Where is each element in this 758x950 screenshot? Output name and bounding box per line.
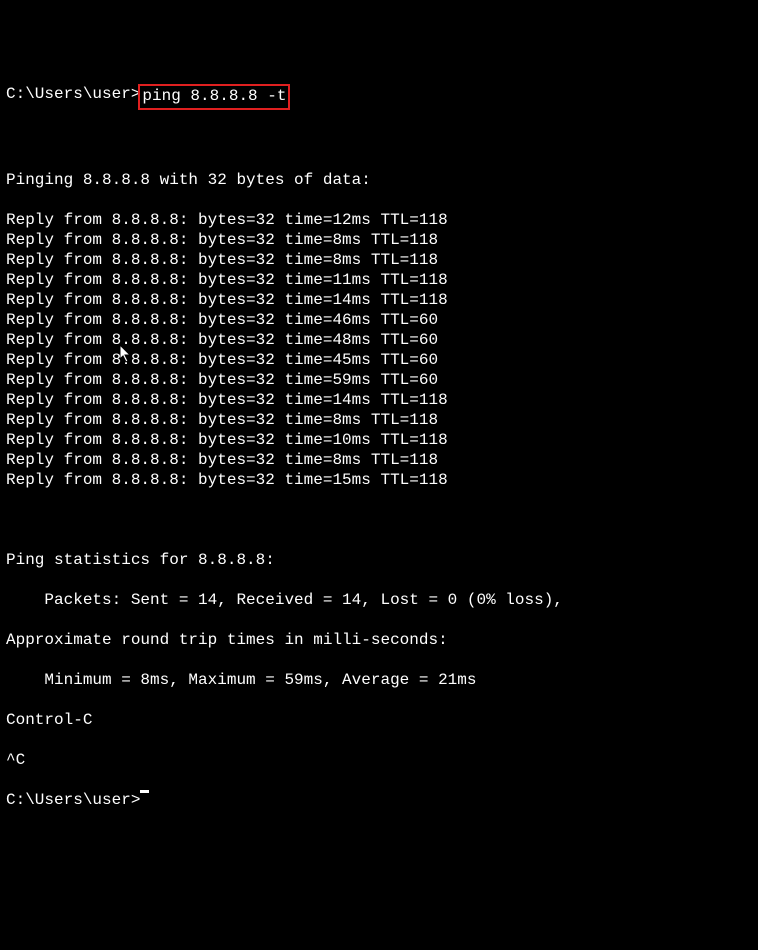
prompt-path: C:\Users\user> (6, 84, 140, 104)
ping-reply-line: Reply from 8.8.8.8: bytes=32 time=8ms TT… (6, 250, 752, 270)
stats-packets: Packets: Sent = 14, Received = 14, Lost … (6, 590, 752, 610)
ping-reply-line: Reply from 8.8.8.8: bytes=32 time=8ms TT… (6, 450, 752, 470)
ping-reply-line: Reply from 8.8.8.8: bytes=32 time=11ms T… (6, 270, 752, 290)
command-prompt-line[interactable]: C:\Users\user>ping 8.8.8.8 -t (6, 84, 752, 110)
control-c-line: Control-C (6, 710, 752, 730)
stats-header: Ping statistics for 8.8.8.8: (6, 550, 752, 570)
stats-rtt-header: Approximate round trip times in milli-se… (6, 630, 752, 650)
ping-reply-line: Reply from 8.8.8.8: bytes=32 time=8ms TT… (6, 230, 752, 250)
command-text: ping 8.8.8.8 -t (142, 87, 286, 105)
command-highlight: ping 8.8.8.8 -t (138, 84, 290, 110)
ping-reply-line: Reply from 8.8.8.8: bytes=32 time=15ms T… (6, 470, 752, 490)
ping-reply-line: Reply from 8.8.8.8: bytes=32 time=14ms T… (6, 390, 752, 410)
prompt-path: C:\Users\user> (6, 790, 140, 810)
ping-reply-line: Reply from 8.8.8.8: bytes=32 time=10ms T… (6, 430, 752, 450)
caret-c-line: ^C (6, 750, 752, 770)
command-prompt-line-2[interactable]: C:\Users\user> (6, 790, 752, 810)
ping-reply-line: Reply from 8.8.8.8: bytes=32 time=59ms T… (6, 370, 752, 390)
ping-replies: Reply from 8.8.8.8: bytes=32 time=12ms T… (6, 210, 752, 490)
stats-rtt: Minimum = 8ms, Maximum = 59ms, Average =… (6, 670, 752, 690)
text-cursor (140, 790, 149, 793)
blank-line (6, 130, 752, 150)
ping-reply-line: Reply from 8.8.8.8: bytes=32 time=48ms T… (6, 330, 752, 350)
blank-line (6, 510, 752, 530)
ping-reply-line: Reply from 8.8.8.8: bytes=32 time=12ms T… (6, 210, 752, 230)
ping-reply-line: Reply from 8.8.8.8: bytes=32 time=14ms T… (6, 290, 752, 310)
ping-header: Pinging 8.8.8.8 with 32 bytes of data: (6, 170, 752, 190)
ping-reply-line: Reply from 8.8.8.8: bytes=32 time=45ms T… (6, 350, 752, 370)
ping-reply-line: Reply from 8.8.8.8: bytes=32 time=46ms T… (6, 310, 752, 330)
ping-reply-line: Reply from 8.8.8.8: bytes=32 time=8ms TT… (6, 410, 752, 430)
